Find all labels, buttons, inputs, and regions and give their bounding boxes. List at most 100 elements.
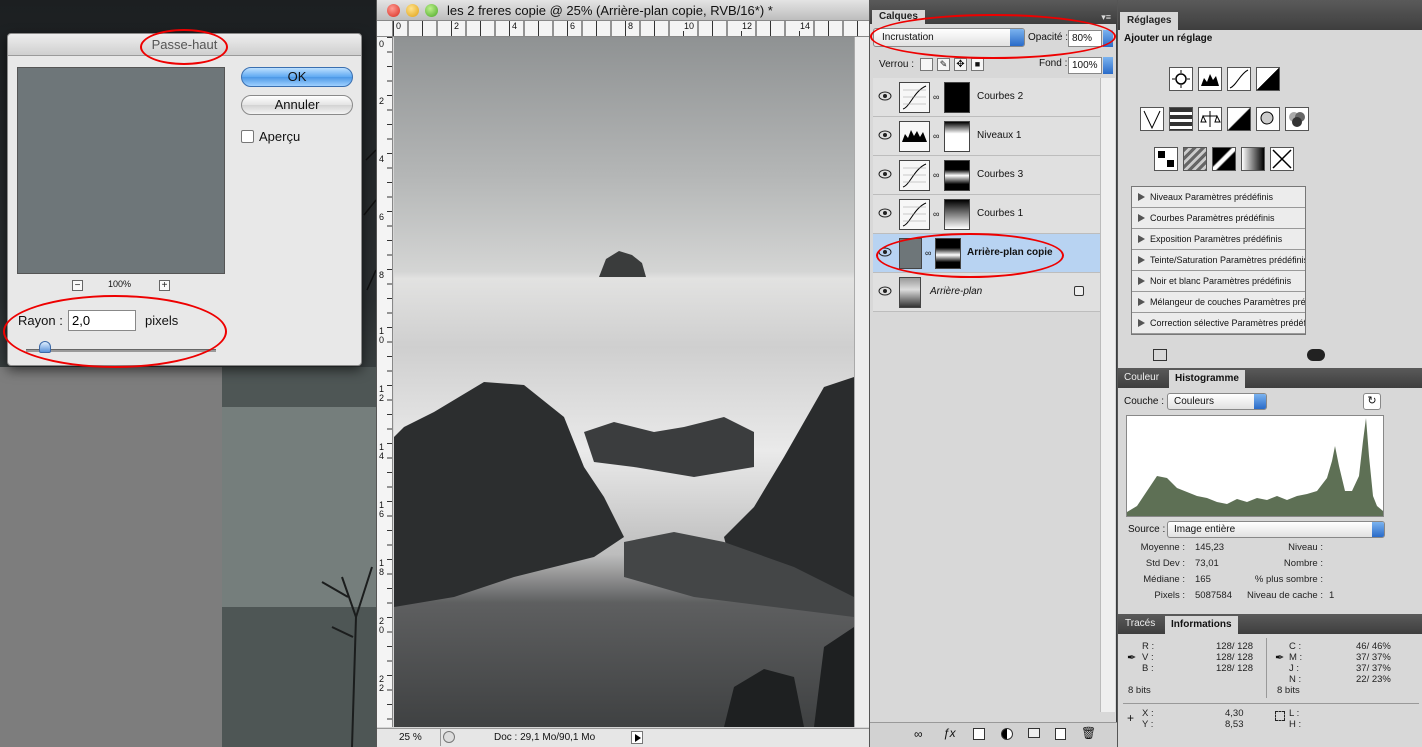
selective-color-icon[interactable] <box>1270 147 1294 171</box>
invert-icon[interactable] <box>1154 147 1178 171</box>
channel-mixer-icon[interactable] <box>1285 107 1309 131</box>
layer-row[interactable]: ∞ Courbes 2 <box>873 78 1100 117</box>
preset-item[interactable]: Correction sélective Paramètres prédéfi.… <box>1132 313 1305 334</box>
info-label: M : <box>1289 652 1303 663</box>
preset-item[interactable]: Niveaux Paramètres prédéfinis <box>1132 187 1305 208</box>
zoom-level[interactable]: 25 % <box>385 729 441 746</box>
preset-item[interactable]: Teinte/Saturation Paramètres prédéfinis <box>1132 250 1305 271</box>
brightness-icon[interactable] <box>1169 67 1193 91</box>
ruler-origin[interactable] <box>377 21 393 37</box>
preset-item[interactable]: Exposition Paramètres prédéfinis <box>1132 229 1305 250</box>
source-select[interactable]: Image entière <box>1167 521 1385 538</box>
layer-name[interactable]: Courbes 3 <box>977 169 1023 180</box>
preview-checkbox[interactable] <box>241 130 254 143</box>
layer-name[interactable]: Niveaux 1 <box>977 130 1021 141</box>
tab-info[interactable]: Informations <box>1165 616 1238 634</box>
minimize-window-button[interactable] <box>406 4 419 17</box>
horizontal-ruler[interactable]: 0 2 4 6 8 10 12 14 <box>393 21 870 37</box>
threshold-icon[interactable] <box>1212 147 1236 171</box>
hue-saturation-icon[interactable] <box>1169 107 1193 131</box>
refresh-icon[interactable]: ↻ <box>1363 393 1381 410</box>
ok-button[interactable]: OK <box>241 67 353 87</box>
layer-mask-thumbnail[interactable] <box>944 121 970 152</box>
black-white-icon[interactable] <box>1227 107 1251 131</box>
new-group-icon[interactable] <box>1028 728 1040 738</box>
link-icon[interactable]: ∞ <box>933 170 939 180</box>
clip-to-layer-icon[interactable] <box>1153 349 1167 361</box>
layer-row[interactable]: ∞ Courbes 3 <box>873 156 1100 195</box>
visibility-eye-icon[interactable] <box>878 169 892 179</box>
cancel-button[interactable]: Annuler <box>241 95 353 115</box>
link-icon[interactable]: ∞ <box>933 131 939 141</box>
color-balance-icon[interactable] <box>1198 107 1222 131</box>
add-mask-icon[interactable] <box>973 728 985 740</box>
vertical-ruler[interactable]: 0 2 4 6 8 1 0 1 2 1 4 1 6 1 8 2 0 2 2 <box>377 37 393 727</box>
layer-name[interactable]: Arrière-plan <box>930 286 982 297</box>
stat-label: Niveau de cache : <box>1246 590 1323 601</box>
layer-row[interactable]: ∞ Niveaux 1 <box>873 117 1100 156</box>
fill-dropdown-icon[interactable] <box>1103 57 1113 74</box>
curves-adjustment-icon <box>899 199 930 230</box>
zoom-out-button[interactable]: − <box>72 280 83 291</box>
ruler-label: 1 4 <box>378 442 386 461</box>
link-icon[interactable]: ∞ <box>933 92 939 102</box>
visibility-eye-icon[interactable] <box>878 130 892 140</box>
selection-size-icon <box>1275 711 1285 721</box>
layer-row[interactable]: Arrière-plan <box>873 273 1100 312</box>
exposure-icon[interactable] <box>1256 67 1280 91</box>
visibility-eye-icon[interactable] <box>878 91 892 101</box>
ruler-label: 10 <box>683 21 696 31</box>
ruler-label: 6 <box>569 21 577 31</box>
filter-preview[interactable] <box>17 67 225 274</box>
link-layers-icon[interactable]: ∞ <box>914 727 923 741</box>
bit-depth: 8 bits <box>1128 685 1151 696</box>
tab-histogram[interactable]: Histogramme <box>1169 370 1245 388</box>
trash-icon[interactable]: 🗑 <box>1081 726 1096 740</box>
channel-label: Couche : <box>1124 396 1165 407</box>
status-options-icon[interactable] <box>443 731 455 743</box>
layer-thumbnail[interactable] <box>899 277 921 308</box>
vibrance-icon[interactable] <box>1140 107 1164 131</box>
layer-mask-thumbnail[interactable] <box>944 199 970 230</box>
status-menu-arrow-icon[interactable] <box>631 731 643 744</box>
panel-menu-icon[interactable]: ▾≡ <box>1101 12 1111 23</box>
tab-color[interactable]: Couleur <box>1124 372 1159 383</box>
vertical-scrollbar[interactable] <box>854 37 870 727</box>
photo-filter-icon[interactable] <box>1256 107 1280 131</box>
visibility-eye-icon[interactable] <box>878 286 892 296</box>
new-adjustment-icon[interactable] <box>1001 728 1013 740</box>
annotation-circle <box>870 14 1116 59</box>
info-value: 46/ 46% <box>1356 641 1391 652</box>
layer-name[interactable]: Courbes 2 <box>977 91 1023 102</box>
levels-icon[interactable] <box>1198 67 1222 91</box>
preset-item[interactable]: Noir et blanc Paramètres prédéfinis <box>1132 271 1305 292</box>
tab-adjustments[interactable]: Réglages <box>1120 12 1179 30</box>
lock-transparency-icon[interactable] <box>920 58 933 71</box>
lock-position-icon[interactable]: ✥ <box>954 58 967 71</box>
channel-select[interactable]: Couleurs <box>1167 393 1267 410</box>
preset-item[interactable]: Courbes Paramètres prédéfinis <box>1132 208 1305 229</box>
stat-value: 1 <box>1329 590 1335 601</box>
tab-paths[interactable]: Tracés <box>1125 618 1155 629</box>
layer-name[interactable]: Courbes 1 <box>977 208 1023 219</box>
fill-input[interactable]: 100% <box>1068 57 1102 74</box>
posterize-icon[interactable] <box>1183 147 1207 171</box>
close-window-button[interactable] <box>387 4 400 17</box>
lock-pixels-icon[interactable]: ✎ <box>937 58 950 71</box>
layer-row[interactable]: ∞ Courbes 1 <box>873 195 1100 234</box>
document-canvas[interactable] <box>394 37 854 727</box>
link-icon[interactable]: ∞ <box>933 209 939 219</box>
layers-scrollbar[interactable] <box>1100 78 1115 712</box>
lock-all-icon[interactable]: ■ <box>971 58 984 71</box>
layer-style-icon[interactable]: ƒx <box>943 726 956 740</box>
visibility-eye-icon[interactable] <box>878 208 892 218</box>
adjustment-options-icon[interactable] <box>1307 349 1325 361</box>
layer-mask-thumbnail[interactable] <box>944 160 970 191</box>
new-layer-icon[interactable] <box>1055 728 1066 740</box>
zoom-in-button[interactable]: + <box>159 280 170 291</box>
preset-item[interactable]: Mélangeur de couches Paramètres préd... <box>1132 292 1305 313</box>
layer-mask-thumbnail[interactable] <box>944 82 970 113</box>
zoom-window-button[interactable] <box>425 4 438 17</box>
curves-icon[interactable] <box>1227 67 1251 91</box>
gradient-map-icon[interactable] <box>1241 147 1265 171</box>
